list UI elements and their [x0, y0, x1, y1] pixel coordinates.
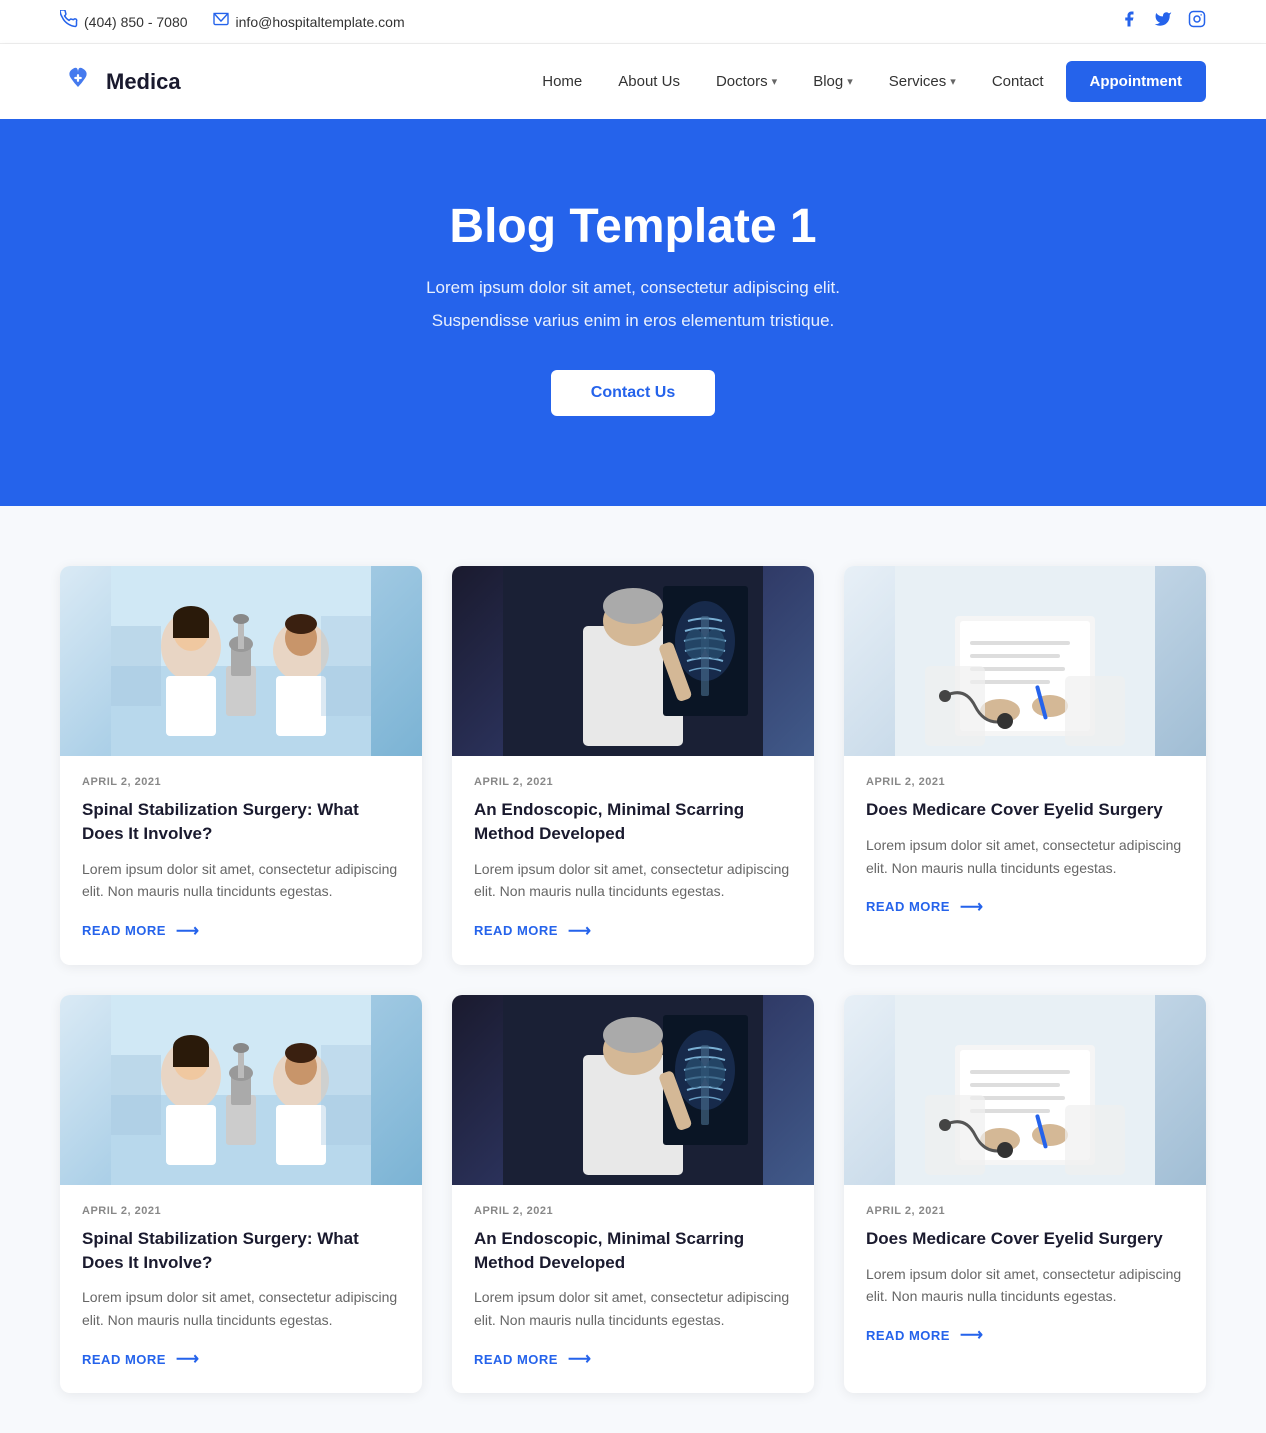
logo[interactable]: Medica — [60, 60, 181, 103]
topbar-contacts: (404) 850 - 7080 info@hospitaltemplate.c… — [60, 10, 405, 33]
arrow-icon: ⟶ — [568, 1349, 591, 1369]
read-more-label: READ MORE — [82, 923, 166, 938]
blog-card-body: APRIL 2, 2021 Spinal Stabilization Surge… — [60, 1185, 422, 1393]
nav-services[interactable]: Services ▾ — [875, 65, 970, 98]
arrow-icon: ⟶ — [960, 897, 983, 917]
nav-doctors[interactable]: Doctors ▾ — [702, 65, 791, 98]
blog-excerpt: Lorem ipsum dolor sit amet, consectetur … — [474, 1286, 792, 1331]
blog-date: APRIL 2, 2021 — [82, 776, 400, 788]
header: Medica Home About Us Doctors ▾ Blog ▾ Se… — [0, 44, 1266, 119]
blog-excerpt: Lorem ipsum dolor sit amet, consectetur … — [866, 834, 1184, 879]
read-more-link[interactable]: READ MORE ⟶ — [474, 921, 792, 941]
blog-title: Spinal Stabilization Surgery: What Does … — [82, 798, 400, 846]
read-more-label: READ MORE — [866, 1328, 950, 1343]
main-nav: Home About Us Doctors ▾ Blog ▾ Services … — [528, 61, 1206, 102]
blog-card-image — [844, 566, 1206, 756]
read-more-link[interactable]: READ MORE ⟶ — [866, 897, 1184, 917]
blog-card-body: APRIL 2, 2021 Does Medicare Cover Eyelid… — [844, 756, 1206, 941]
read-more-label: READ MORE — [82, 1352, 166, 1367]
blog-date: APRIL 2, 2021 — [474, 776, 792, 788]
blog-title: Does Medicare Cover Eyelid Surgery — [866, 1227, 1184, 1251]
blog-section: APRIL 2, 2021 Spinal Stabilization Surge… — [0, 506, 1266, 1433]
blog-card: APRIL 2, 2021 Does Medicare Cover Eyelid… — [844, 566, 1206, 964]
logo-icon — [60, 60, 96, 103]
read-more-link[interactable]: READ MORE ⟶ — [82, 1349, 400, 1369]
blog-excerpt: Lorem ipsum dolor sit amet, consectetur … — [474, 858, 792, 903]
blog-card: APRIL 2, 2021 Does Medicare Cover Eyelid… — [844, 995, 1206, 1393]
phone-contact: (404) 850 - 7080 — [60, 10, 188, 33]
blog-card: APRIL 2, 2021 An Endoscopic, Minimal Sca… — [452, 566, 814, 964]
arrow-icon: ⟶ — [568, 921, 591, 941]
social-links — [1120, 10, 1206, 33]
read-more-link[interactable]: READ MORE ⟶ — [474, 1349, 792, 1369]
blog-card-body: APRIL 2, 2021 Does Medicare Cover Eyelid… — [844, 1185, 1206, 1370]
blog-title: Spinal Stabilization Surgery: What Does … — [82, 1227, 400, 1275]
blog-card-body: APRIL 2, 2021 An Endoscopic, Minimal Sca… — [452, 1185, 814, 1393]
hero-title: Blog Template 1 — [60, 199, 1206, 254]
twitter-icon[interactable] — [1154, 10, 1172, 33]
arrow-icon: ⟶ — [176, 921, 199, 941]
blog-title: Does Medicare Cover Eyelid Surgery — [866, 798, 1184, 822]
blog-excerpt: Lorem ipsum dolor sit amet, consectetur … — [82, 1286, 400, 1331]
blog-card-image — [60, 995, 422, 1185]
nav-blog[interactable]: Blog ▾ — [799, 65, 867, 98]
arrow-icon: ⟶ — [960, 1325, 983, 1345]
read-more-label: READ MORE — [474, 923, 558, 938]
email-contact: info@hospitaltemplate.com — [212, 12, 405, 31]
blog-card: APRIL 2, 2021 Spinal Stabilization Surge… — [60, 566, 422, 964]
blog-title: An Endoscopic, Minimal Scarring Method D… — [474, 798, 792, 846]
blog-card-body: APRIL 2, 2021 Spinal Stabilization Surge… — [60, 756, 422, 964]
nav-contact[interactable]: Contact — [978, 65, 1058, 98]
topbar: (404) 850 - 7080 info@hospitaltemplate.c… — [0, 0, 1266, 44]
blog-title: An Endoscopic, Minimal Scarring Method D… — [474, 1227, 792, 1275]
email-icon — [212, 12, 230, 31]
blog-grid: APRIL 2, 2021 Spinal Stabilization Surge… — [60, 566, 1206, 1393]
blog-excerpt: Lorem ipsum dolor sit amet, consectetur … — [82, 858, 400, 903]
facebook-icon[interactable] — [1120, 10, 1138, 33]
doctors-chevron-icon: ▾ — [772, 75, 778, 88]
blog-card: APRIL 2, 2021 Spinal Stabilization Surge… — [60, 995, 422, 1393]
arrow-icon: ⟶ — [176, 1349, 199, 1369]
appointment-button[interactable]: Appointment — [1066, 61, 1206, 102]
blog-chevron-icon: ▾ — [847, 75, 853, 88]
blog-card-body: APRIL 2, 2021 An Endoscopic, Minimal Sca… — [452, 756, 814, 964]
phone-number: (404) 850 - 7080 — [84, 14, 188, 30]
blog-card-image — [452, 995, 814, 1185]
read-more-link[interactable]: READ MORE ⟶ — [82, 921, 400, 941]
read-more-label: READ MORE — [474, 1352, 558, 1367]
nav-home[interactable]: Home — [528, 65, 596, 98]
blog-date: APRIL 2, 2021 — [866, 776, 1184, 788]
blog-card-image — [60, 566, 422, 756]
instagram-icon[interactable] — [1188, 10, 1206, 33]
blog-card-image — [452, 566, 814, 756]
read-more-link[interactable]: READ MORE ⟶ — [866, 1325, 1184, 1345]
read-more-label: READ MORE — [866, 899, 950, 914]
nav-about[interactable]: About Us — [604, 65, 694, 98]
services-chevron-icon: ▾ — [950, 75, 956, 88]
hero-subtitle-2: Suspendisse varius enim in eros elementu… — [60, 307, 1206, 334]
logo-text: Medica — [106, 69, 181, 95]
hero-subtitle-1: Lorem ipsum dolor sit amet, consectetur … — [60, 274, 1206, 301]
contact-us-button[interactable]: Contact Us — [551, 370, 715, 416]
blog-excerpt: Lorem ipsum dolor sit amet, consectetur … — [866, 1263, 1184, 1308]
email-address: info@hospitaltemplate.com — [236, 14, 405, 30]
hero-section: Blog Template 1 Lorem ipsum dolor sit am… — [0, 119, 1266, 506]
blog-card-image — [844, 995, 1206, 1185]
blog-card: APRIL 2, 2021 An Endoscopic, Minimal Sca… — [452, 995, 814, 1393]
phone-icon — [60, 10, 78, 33]
